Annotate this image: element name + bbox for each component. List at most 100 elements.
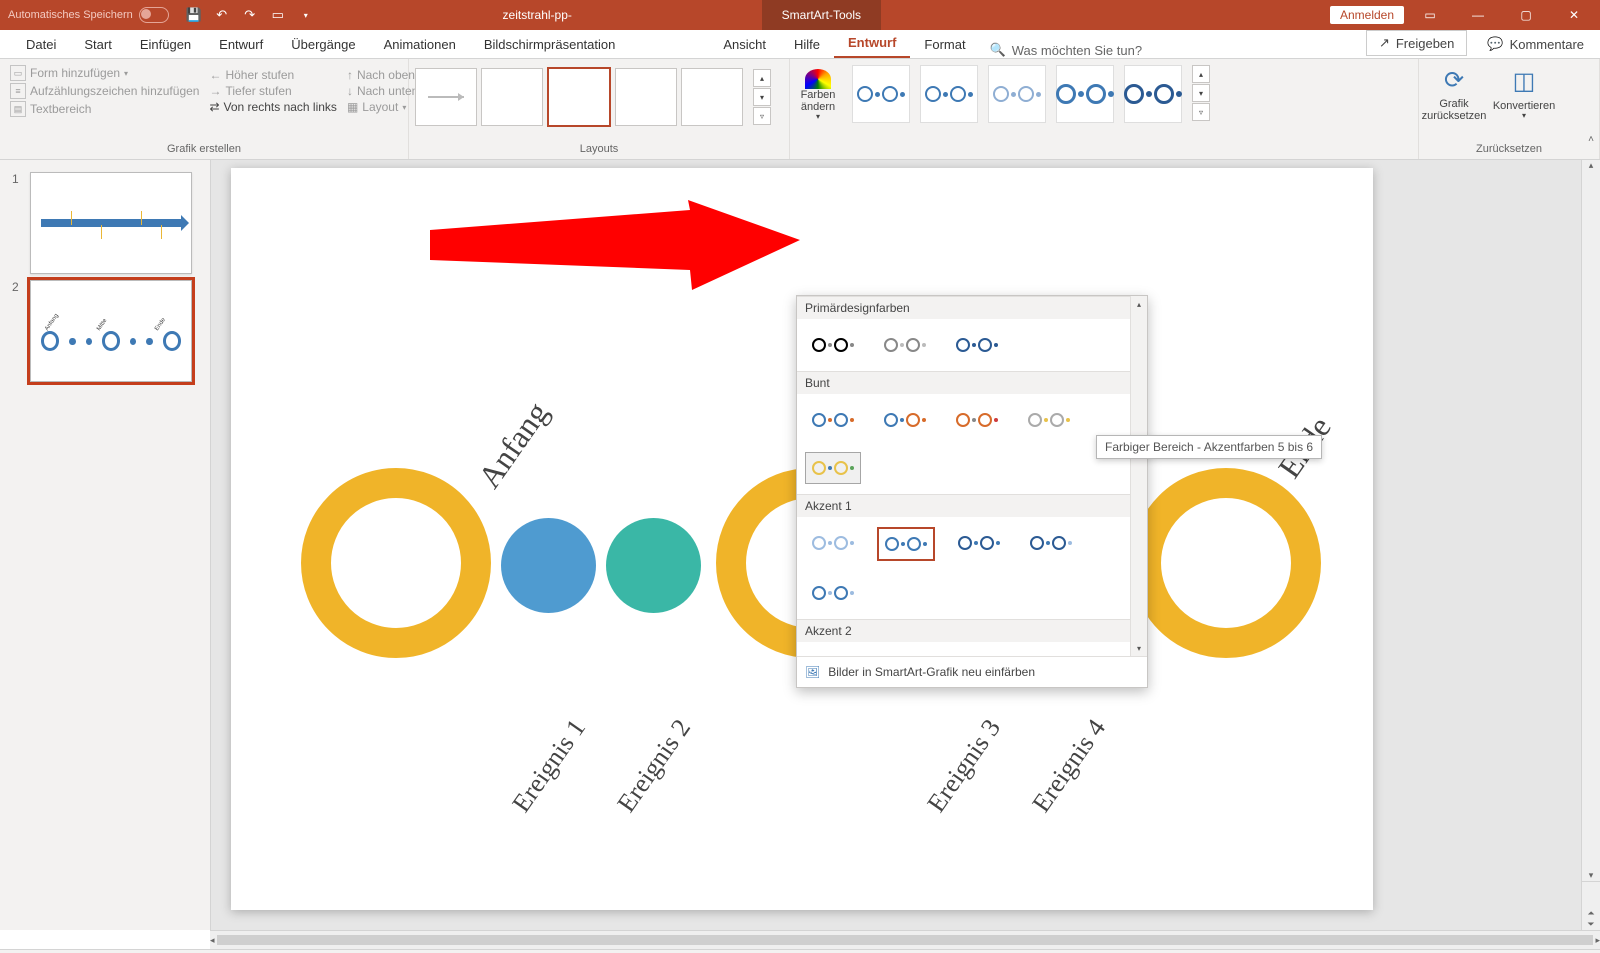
disc-teal[interactable]	[606, 518, 701, 613]
thumb-2[interactable]: 2 Anfang Mitte Ende	[12, 280, 198, 382]
color-option[interactable]	[805, 527, 861, 559]
more-icon[interactable]: ▿	[753, 107, 771, 125]
start-slideshow-icon[interactable]: ▭	[271, 8, 285, 22]
ribbon-display-icon[interactable]: ▭	[1408, 0, 1452, 30]
recolor-icon: 🖼	[805, 665, 820, 679]
more-icon[interactable]: ▿	[1192, 103, 1210, 121]
tab-view[interactable]: Ansicht	[709, 31, 780, 58]
tab-slideshow[interactable]: Bildschirmpräsentation	[470, 31, 630, 58]
style-option[interactable]	[988, 65, 1046, 123]
style-option[interactable]	[920, 65, 978, 123]
slide-thumbnails[interactable]: 1 2 Anfang Mitte Ende	[0, 160, 211, 930]
minimize-icon[interactable]: —	[1456, 0, 1500, 30]
tab-smartart-design[interactable]: Entwurf	[834, 29, 910, 58]
layout-gallery[interactable]: ▴▾▿	[409, 59, 789, 135]
chevron-up-icon[interactable]: ▴	[753, 69, 771, 87]
convert-icon: ◫	[1513, 69, 1536, 95]
tab-smartart-format[interactable]: Format	[910, 31, 979, 58]
qat-more-icon[interactable]: ▾	[299, 8, 313, 22]
undo-icon[interactable]: ↶	[215, 8, 229, 22]
color-option[interactable]	[877, 329, 933, 361]
color-option[interactable]	[1021, 652, 1077, 656]
color-option[interactable]	[805, 404, 861, 436]
scroll-up-icon[interactable]: ▴	[1589, 160, 1594, 171]
style-option[interactable]	[1056, 65, 1114, 123]
color-option-selected[interactable]	[877, 527, 935, 561]
tell-me-search[interactable]: 🔍 Was möchten Sie tun?	[980, 42, 1153, 58]
add-bullet-button[interactable]: ≡Aufzählungszeichen hinzufügen	[10, 83, 199, 99]
layout-option[interactable]	[681, 68, 743, 126]
prev-slide-icon[interactable]: ⏶	[1587, 908, 1594, 919]
convert-button[interactable]: ◫Konvertieren▾	[1489, 59, 1559, 131]
color-option-hover[interactable]	[805, 452, 861, 484]
chevron-down-icon[interactable]: ▾	[753, 88, 771, 106]
scroll-down-icon[interactable]: ▾	[1131, 640, 1147, 656]
recolor-pictures-button[interactable]: 🖼 Bilder in SmartArt-Grafik neu einfärbe…	[797, 656, 1147, 687]
dropdown-header-colorful: Bunt	[797, 371, 1147, 394]
style-option[interactable]	[852, 65, 910, 123]
tab-transitions[interactable]: Übergänge	[277, 31, 369, 58]
color-option[interactable]	[1021, 404, 1077, 436]
change-colors-button[interactable]: Farben ändern ▾	[790, 59, 846, 131]
text-pane-button[interactable]: ▤Textbereich	[10, 101, 199, 117]
gallery-spinner[interactable]: ▴▾▿	[753, 69, 771, 125]
ring-ende[interactable]	[1131, 468, 1321, 658]
tab-animations[interactable]: Animationen	[370, 31, 470, 58]
scroll-left-icon[interactable]: ◂	[210, 935, 215, 946]
color-option[interactable]	[805, 652, 861, 656]
style-option[interactable]	[1124, 65, 1182, 123]
layout-option[interactable]	[481, 68, 543, 126]
tab-file[interactable]: Datei	[12, 31, 70, 58]
maximize-icon[interactable]: ▢	[1504, 0, 1548, 30]
rtl-button[interactable]: ⇄Von rechts nach links	[209, 100, 336, 114]
chevron-down-icon[interactable]: ▾	[1192, 84, 1210, 102]
color-option[interactable]	[877, 652, 933, 656]
change-colors-dropdown[interactable]: Primärdesignfarben Bunt Akzent 1	[796, 295, 1148, 688]
tab-help[interactable]: Hilfe	[780, 31, 834, 58]
scroll-down-icon[interactable]: ▾	[1589, 870, 1594, 881]
comments-button[interactable]: 💬 Kommentare	[1475, 32, 1596, 56]
collapse-ribbon-icon[interactable]: ˄	[1584, 134, 1598, 145]
color-option[interactable]	[805, 329, 861, 361]
style-gallery-spinner[interactable]: ▴▾▿	[1192, 65, 1210, 121]
dropdown-scrollbar[interactable]: ▴ ▾	[1130, 296, 1147, 656]
redo-icon[interactable]: ↷	[243, 8, 257, 22]
move-up-button: ↑Nach oben	[347, 68, 418, 82]
vertical-scrollbar[interactable]: ▴ ▾ ⏶ ⏷	[1581, 160, 1600, 930]
scroll-right-icon[interactable]: ▸	[1595, 935, 1600, 946]
layout-option[interactable]	[615, 68, 677, 126]
autosave-toggle[interactable]: Automatisches Speichern	[8, 7, 169, 23]
scroll-up-icon[interactable]: ▴	[1131, 296, 1147, 312]
horizontal-scrollbar[interactable]: ◂ ▸	[210, 930, 1600, 949]
close-icon[interactable]: ✕	[1552, 0, 1596, 30]
color-option[interactable]	[949, 404, 1005, 436]
thumb-1[interactable]: 1	[12, 172, 198, 274]
color-option[interactable]	[949, 329, 1005, 361]
save-icon[interactable]: 💾	[187, 8, 201, 22]
reset-graphic-button[interactable]: ⟳Grafik zurücksetzen	[1419, 59, 1489, 131]
signin-button[interactable]: Anmelden	[1330, 6, 1404, 24]
disc-blue[interactable]	[501, 518, 596, 613]
tab-insert[interactable]: Einfügen	[126, 31, 205, 58]
tab-home[interactable]: Start	[70, 31, 125, 58]
color-option[interactable]	[877, 404, 933, 436]
textpane-icon: ▤	[10, 101, 26, 117]
color-option[interactable]	[805, 577, 861, 609]
color-option[interactable]	[951, 527, 1007, 559]
chevron-up-icon[interactable]: ▴	[1192, 65, 1210, 83]
ring-anfang[interactable]	[301, 468, 491, 658]
autosave-label: Automatisches Speichern	[8, 9, 133, 21]
color-option[interactable]	[1023, 527, 1079, 559]
style-gallery[interactable]: ▴▾▿	[846, 59, 1216, 131]
next-slide-icon[interactable]: ⏷	[1587, 919, 1594, 930]
arrow-up-icon: ↑	[347, 68, 353, 82]
layout-option-selected[interactable]	[547, 67, 611, 127]
add-shape-button[interactable]: ▭Form hinzufügen ▾	[10, 65, 199, 81]
layout-option[interactable]	[415, 68, 477, 126]
tab-design[interactable]: Entwurf	[205, 31, 277, 58]
share-button[interactable]: ↗ Freigeben	[1366, 30, 1467, 56]
label-e1: Ereignis 1	[506, 714, 591, 818]
thumb-2-preview: Anfang Mitte Ende	[30, 280, 192, 382]
color-option[interactable]	[949, 652, 1005, 656]
label-anfang: Anfang	[471, 395, 556, 495]
